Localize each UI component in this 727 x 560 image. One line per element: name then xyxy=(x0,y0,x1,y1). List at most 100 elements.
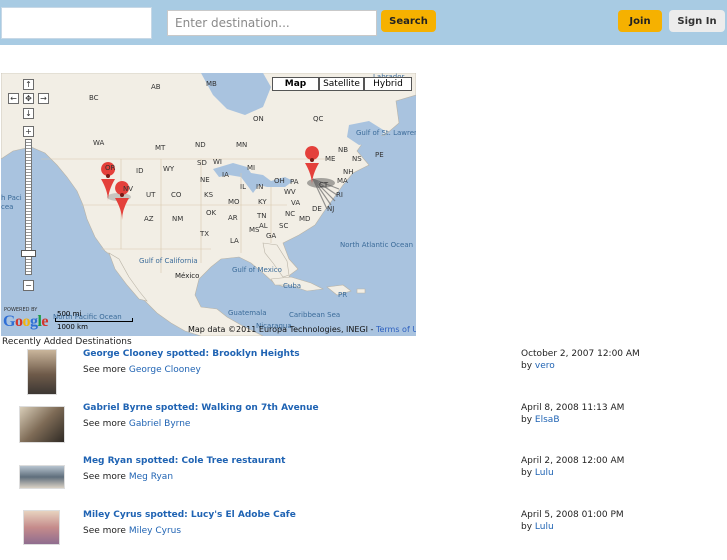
map-label-nd: ND xyxy=(195,141,206,149)
celebrity-link[interactable]: Miley Cyrus xyxy=(129,526,181,536)
entry-date: April 8, 2008 11:13 AM xyxy=(521,403,625,413)
map-label-id: ID xyxy=(136,167,143,175)
map-label-oh: OH xyxy=(274,177,285,185)
pan-center-icon[interactable]: ✥ xyxy=(23,93,34,104)
list-item: George Clooney spotted: Brooklyn Heights… xyxy=(0,349,727,399)
map-place-north-atlantic-ocean: North Atlantic Ocean xyxy=(340,241,413,249)
map-label-bc: BC xyxy=(89,94,99,102)
map-label-az: AZ xyxy=(144,215,154,223)
pan-up-icon[interactable]: ↑ xyxy=(23,79,34,90)
map-label-nc: NC xyxy=(285,210,295,218)
entry-title-link[interactable]: George Clooney spotted: Brooklyn Heights xyxy=(83,349,300,359)
map-label-ky: KY xyxy=(258,198,267,206)
pan-right-icon[interactable]: → xyxy=(38,93,49,104)
map-label-ne: NE xyxy=(200,176,210,184)
see-more-line: See more Gabriel Byrne xyxy=(83,419,191,429)
entry-date: April 5, 2008 01:00 PM xyxy=(521,510,624,520)
map-label-mi: MI xyxy=(247,164,255,172)
puerto-rico xyxy=(356,288,366,294)
map-label-or: OR xyxy=(105,164,116,172)
map-label-nh: NH xyxy=(343,168,354,176)
map-place-gulf-of-mexico: Gulf of Mexico xyxy=(232,266,282,274)
entry-byline: by vero xyxy=(521,361,555,371)
entry-title-link[interactable]: Gabriel Byrne spotted: Walking on 7th Av… xyxy=(83,403,319,413)
map-label-ok: OK xyxy=(206,209,217,217)
user-link[interactable]: ElsaB xyxy=(535,415,560,425)
destination-search-input[interactable] xyxy=(167,10,377,36)
map-place-cuba: Cuba xyxy=(283,282,301,290)
map-label-sc: SC xyxy=(279,222,288,230)
map-label-wi: WI xyxy=(213,158,222,166)
entry-title-link[interactable]: Miley Cyrus spotted: Lucy's El Adobe Caf… xyxy=(83,510,296,520)
map-type-hybrid-button[interactable]: Hybrid xyxy=(364,77,412,91)
entry-date: April 2, 2008 12:00 AM xyxy=(521,456,625,466)
map-label-ks: KS xyxy=(204,191,214,199)
list-item: Meg Ryan spotted: Cole Tree restaurant S… xyxy=(0,456,727,506)
map-label-al: AL xyxy=(259,222,268,230)
user-link[interactable]: vero xyxy=(535,361,555,371)
map-partial-label: cea xyxy=(1,203,13,211)
map-label-tn: TN xyxy=(256,212,267,220)
scale-bar xyxy=(55,318,133,322)
zoom-in-icon[interactable]: + xyxy=(23,126,34,137)
map-label-co: CO xyxy=(171,191,182,199)
map-place-guatemala: Guatemala xyxy=(228,309,267,317)
map-label-on: ON xyxy=(253,115,264,123)
user-link[interactable]: Lulu xyxy=(535,522,554,532)
zoom-slider-handle[interactable] xyxy=(21,250,36,257)
see-more-line: See more Miley Cyrus xyxy=(83,526,182,536)
map-label-pe: PE xyxy=(375,151,384,159)
terms-of-use-link[interactable]: Terms of Use xyxy=(376,325,416,334)
join-button[interactable]: Join xyxy=(618,10,662,32)
map-label-wy: WY xyxy=(163,165,175,173)
north-america-land xyxy=(1,73,416,336)
map-place-m-xico: México xyxy=(175,272,199,280)
celebrity-link[interactable]: Meg Ryan xyxy=(129,472,173,482)
map-label-ga: GA xyxy=(266,232,276,240)
map-label-va: VA xyxy=(291,199,300,207)
celebrity-thumbnail[interactable] xyxy=(19,465,65,489)
see-more-line: See more Meg Ryan xyxy=(83,472,174,482)
map-label-de: DE xyxy=(312,205,322,213)
entry-byline: by Lulu xyxy=(521,522,554,532)
map-type-map-button[interactable]: Map xyxy=(272,77,319,91)
entry-byline: by ElsaB xyxy=(521,415,560,425)
map-label-mo: MO xyxy=(228,198,240,206)
user-link[interactable]: Lulu xyxy=(535,468,554,478)
list-item: Gabriel Byrne spotted: Walking on 7th Av… xyxy=(0,403,727,453)
celebrity-link[interactable]: George Clooney xyxy=(129,365,201,375)
map-label-pa: PA xyxy=(290,178,299,186)
pan-down-icon[interactable]: ↓ xyxy=(23,108,34,119)
map-canvas: BC AB MB ON QC WA MT ND MN OR ID WY SD WI MI NV UT NE IA IL… xyxy=(1,73,416,336)
zoom-out-icon[interactable]: − xyxy=(23,280,34,291)
pan-left-icon[interactable]: ← xyxy=(8,93,19,104)
map-label-mn: MN xyxy=(236,141,247,149)
celebrity-thumbnail[interactable] xyxy=(23,510,60,545)
recently-added-heading: Recently Added Destinations xyxy=(2,337,132,347)
destinations-map[interactable]: BC AB MB ON QC WA MT ND MN OR ID WY SD WI MI NV UT NE IA IL… xyxy=(1,73,416,336)
celebrity-thumbnail[interactable] xyxy=(27,349,57,395)
google-logo[interactable]: Google xyxy=(3,313,48,331)
top-bar: Search Join Sign In xyxy=(0,0,727,45)
scale-miles: 500 mi xyxy=(57,310,82,318)
map-label-mt: MT xyxy=(155,144,166,152)
celebrity-thumbnail[interactable] xyxy=(19,406,65,443)
search-button[interactable]: Search xyxy=(381,10,436,32)
map-attribution: Map data ©2011 Europa Technologies, INEG… xyxy=(188,325,416,334)
site-logo-area[interactable] xyxy=(1,7,152,39)
map-label-me: ME xyxy=(325,155,335,163)
entry-byline: by Lulu xyxy=(521,468,554,478)
map-label-nj: NJ xyxy=(327,205,334,213)
map-label-md: MD xyxy=(299,215,310,223)
map-label-ut: UT xyxy=(146,191,156,199)
celebrity-link[interactable]: Gabriel Byrne xyxy=(129,419,191,429)
entry-title-link[interactable]: Meg Ryan spotted: Cole Tree restaurant xyxy=(83,456,285,466)
list-item: Miley Cyrus spotted: Lucy's El Adobe Caf… xyxy=(0,510,727,560)
map-label-in: IN xyxy=(256,183,263,191)
scale-kilometers: 1000 km xyxy=(57,323,88,331)
map-label-ar: AR xyxy=(228,214,238,222)
sign-in-button[interactable]: Sign In xyxy=(669,10,725,32)
map-type-satellite-button[interactable]: Satellite xyxy=(319,77,364,91)
map-place-gulf-of-st-lawrence: Gulf of St. Lawrence xyxy=(356,129,416,137)
map-label-il: IL xyxy=(240,183,246,191)
